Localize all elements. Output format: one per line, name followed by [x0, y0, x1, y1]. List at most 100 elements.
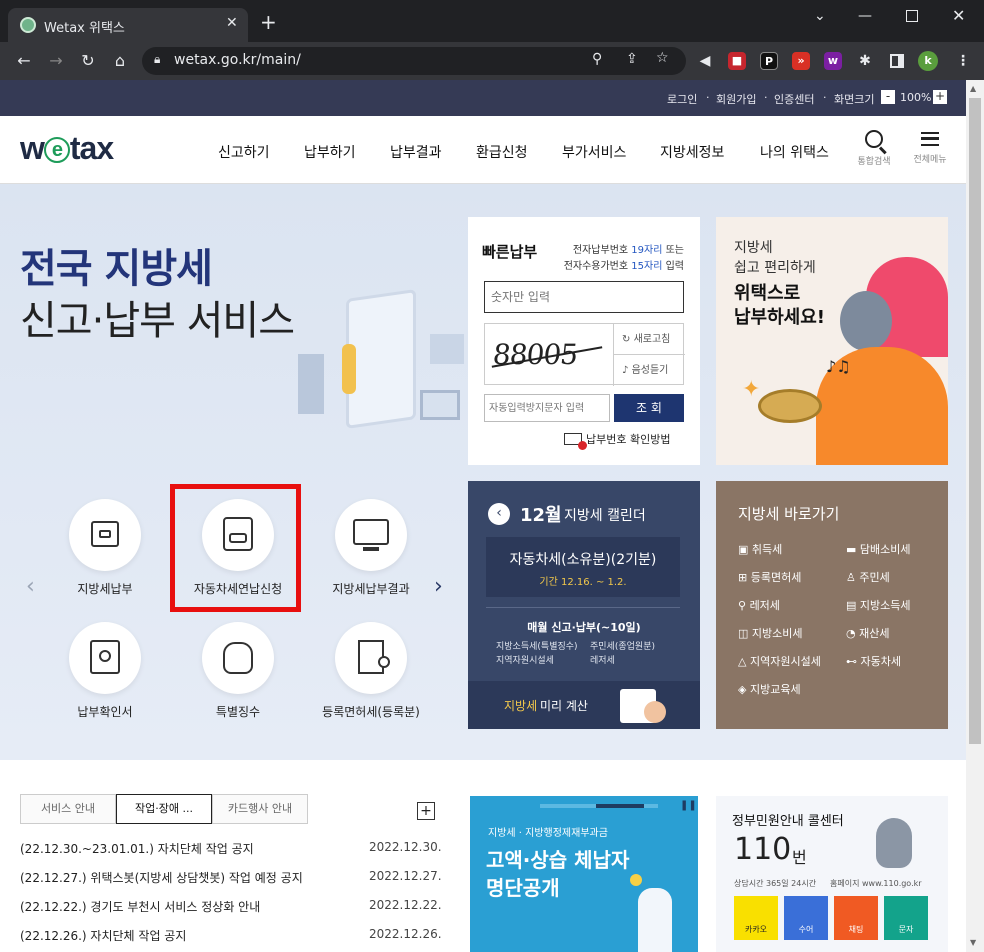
profile-avatar[interactable]: k	[918, 51, 938, 71]
notice-row-title[interactable]: (22.12.22.) 경기도 부천시 서비스 정상화 안내	[20, 898, 260, 915]
maximize-icon[interactable]	[906, 10, 918, 22]
promo-banner[interactable]: 지방세 쉽고 편리하게 위택스로 납부하세요! ✦ ♪♫	[716, 217, 948, 465]
notice-row-title[interactable]: (22.12.30.~23.01.01.) 자치단체 작업 공지	[20, 840, 254, 857]
registration-tax-circle[interactable]	[335, 622, 407, 694]
browser-menu-icon[interactable]: ⋮	[954, 52, 972, 70]
sidepanel-icon[interactable]	[890, 54, 904, 68]
notice-row-title[interactable]: (22.12.26.) 자치단체 작업 공지	[20, 927, 186, 944]
info1-post: 또는	[662, 245, 684, 256]
lookup-button[interactable]: 조 회	[614, 394, 684, 422]
login-link[interactable]: 로그인	[667, 91, 697, 107]
shortcut-tobacco[interactable]: ▬ 담배소비세	[846, 541, 911, 557]
registration-icon: ⊞	[738, 571, 751, 584]
sms-button[interactable]: 문자	[884, 896, 928, 940]
all-menu-button[interactable]: 전체메뉴	[908, 130, 952, 170]
special-collection-circle[interactable]	[202, 622, 274, 694]
scroll-thumb[interactable]	[969, 98, 981, 744]
reload-icon[interactable]: ↻	[76, 49, 100, 73]
receipt-label[interactable]: 납부확인서	[35, 703, 175, 720]
extension-forward-icon[interactable]: »	[792, 52, 810, 70]
notice-row-date: 2022.12.22.	[369, 898, 442, 912]
shortcut-automobile[interactable]: ⊷ 자동차세	[846, 653, 901, 669]
delinquent-banner[interactable]: ❚❚ 지방세 · 지방행정제재부과금 고액·상습 체납자 명단공개	[470, 796, 698, 952]
nav-my-wetax[interactable]: 나의 위택스	[760, 142, 829, 162]
shortcut-label: 지방교육세	[749, 683, 801, 696]
banner-pause-icon[interactable]: ❚❚	[680, 800, 697, 811]
forward-icon[interactable]: →	[44, 49, 68, 73]
captcha-input[interactable]	[484, 394, 610, 422]
shortcut-registration[interactable]: ⊞ 등록면허세	[738, 569, 801, 585]
bookmark-star-icon[interactable]: ☆	[656, 50, 669, 66]
notice-tab-card[interactable]: 카드행사 안내	[212, 794, 308, 824]
signup-link[interactable]: 회원가입	[716, 91, 756, 107]
calendar-prev-button[interactable]: ‹	[488, 503, 510, 525]
registration-tax-label[interactable]: 등록면허세(등록분)	[301, 703, 441, 720]
back-icon[interactable]: ←	[12, 49, 36, 73]
shortcut-consumption[interactable]: ◫ 지방소비세	[738, 625, 803, 641]
shortcut-resident[interactable]: ♙ 주민세	[846, 569, 890, 585]
captcha-audio[interactable]: ♪ 음성듣기	[613, 355, 685, 386]
captcha-refresh[interactable]: ↻ 새로고침	[613, 324, 685, 355]
share-icon[interactable]: ⇪	[626, 51, 638, 67]
nav-refund[interactable]: 환급신청	[476, 142, 528, 162]
tab-search-icon[interactable]: ⌄	[814, 8, 826, 24]
shortcut-property[interactable]: ◔ 재산세	[846, 625, 889, 641]
wetax-logo[interactable]: w e tax	[20, 130, 114, 167]
tab-close-icon[interactable]: ✕	[226, 15, 238, 31]
shortcut-local-income[interactable]: ▤ 지방소득세	[846, 597, 911, 613]
nav-tax-info[interactable]: 지방세정보	[660, 142, 724, 162]
shortcut-education[interactable]: ◈ 지방교육세	[738, 681, 801, 697]
zoom-icon[interactable]: ⚲	[592, 51, 602, 67]
payment-number-help[interactable]: 납부번호 확인방법	[564, 431, 670, 450]
browser-tab[interactable]: Wetax 위택스 ✕	[8, 8, 248, 42]
puzzle-icon[interactable]: ✱	[856, 52, 874, 70]
sign-language-button[interactable]: 수어	[784, 896, 828, 940]
notice-tab-service[interactable]: 서비스 안내	[20, 794, 116, 824]
shortcut-leisure[interactable]: ⚲ 레저세	[738, 597, 780, 613]
minimize-icon[interactable]: —	[858, 8, 872, 24]
tobacco-icon: ▬	[846, 543, 860, 556]
pay-result-circle[interactable]	[335, 499, 407, 571]
scroll-down-icon[interactable]: ▼	[970, 938, 976, 947]
favicon-icon	[20, 17, 36, 33]
nav-report[interactable]: 신고하기	[218, 142, 270, 162]
tax-payment-label[interactable]: 지방세납부	[35, 580, 175, 597]
address-bar[interactable]: 🔒︎ wetax.go.kr/main/ ⚲ ⇪ ☆	[142, 47, 686, 75]
cert-center-link[interactable]: 인증센터	[774, 91, 814, 107]
tax-payment-circle[interactable]	[69, 499, 141, 571]
zoom-in-button[interactable]: +	[933, 90, 947, 104]
nav-pay-result[interactable]: 납부결과	[390, 142, 442, 162]
nav-extra[interactable]: 부가서비스	[562, 142, 626, 162]
pay-result-label[interactable]: 지방세납부결과	[301, 580, 441, 597]
page-scrollbar[interactable]: ▲ ▼	[966, 80, 984, 952]
banner-pager	[540, 804, 658, 808]
close-window-icon[interactable]: ✕	[952, 6, 965, 25]
zoom-out-button[interactable]: -	[881, 90, 895, 104]
nav-pay[interactable]: 납부하기	[304, 142, 356, 162]
speaker-icon[interactable]: ◀	[696, 52, 714, 70]
extension-red-icon[interactable]: ■	[728, 52, 746, 70]
quick-pay-info-2: 전자수용가번호 15자리 입력	[564, 257, 684, 272]
shortcut-regional-resource[interactable]: △ 지역자원시설세	[738, 653, 821, 669]
extension-purple-icon[interactable]: w	[824, 52, 842, 70]
search-button[interactable]: 통합검색	[854, 130, 894, 170]
notice-tab-maintenance[interactable]: 작업·장애 ...	[116, 794, 212, 824]
chat-button[interactable]: 채팅	[834, 896, 878, 940]
tax-calculator-link[interactable]: 지방세 미리 계산	[468, 681, 700, 729]
kakao-button[interactable]: 카카오	[734, 896, 778, 940]
home-icon[interactable]: ⌂	[108, 49, 132, 73]
shortcut-acquisition[interactable]: ▣ 취득세	[738, 541, 782, 557]
person-illustration	[342, 344, 356, 394]
notice-row-title[interactable]: (22.12.27.) 위택스봇(지방세 상담챗봇) 작업 예정 공지	[20, 869, 303, 886]
new-tab-button[interactable]: +	[260, 12, 277, 32]
special-collection-label[interactable]: 특별징수	[168, 703, 308, 720]
services-prev-icon[interactable]: ‹	[26, 574, 35, 599]
receipt-circle[interactable]	[69, 622, 141, 694]
extension-black-icon[interactable]: P	[760, 52, 778, 70]
call-center-panel[interactable]: 정부민원안내 콜센터 110 번 상담시간 365일 24시간 홈페이지 www…	[716, 796, 948, 952]
calendar-event-box[interactable]: 자동차세(소유분)(2기분) 기간 12.16. ~ 1.2.	[486, 537, 680, 597]
notice-more-button[interactable]: +	[417, 802, 435, 820]
payment-number-input[interactable]	[484, 281, 684, 313]
hand-icon	[644, 701, 666, 723]
scroll-up-icon[interactable]: ▲	[970, 84, 976, 93]
